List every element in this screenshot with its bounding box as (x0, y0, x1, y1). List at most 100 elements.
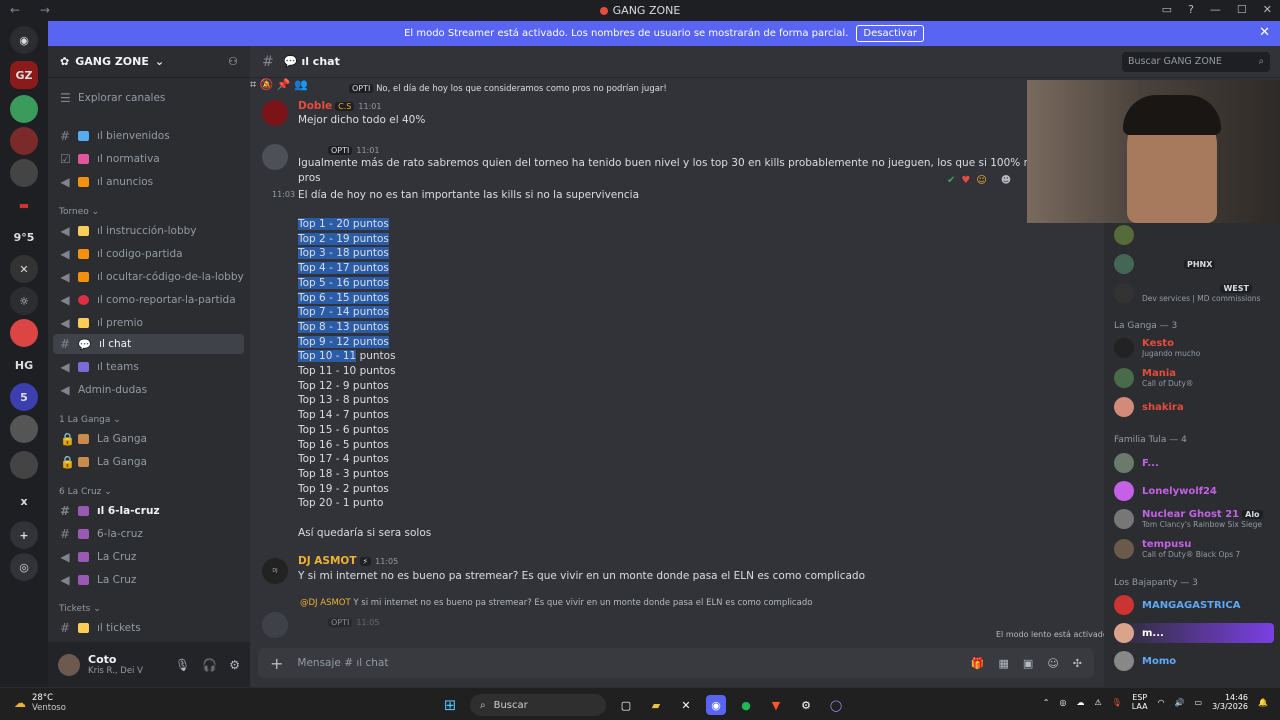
member-item[interactable]: Mania Call of Duty® (1114, 368, 1193, 388)
microphone-icon[interactable]: 🎙 (175, 658, 190, 672)
app-icon[interactable]: ✕ (676, 695, 696, 715)
channel-como-reportar[interactable]: ◀ ıl como-reportar-la-partida (53, 290, 244, 310)
server-13[interactable]: x (10, 487, 38, 515)
channel-ocultar-codigo[interactable]: ◀ ıl ocultar-código-de-la-lobby (53, 267, 244, 287)
heart-icon[interactable]: ♥ (961, 175, 970, 186)
user-info[interactable]: Coto Kris R., Dei V (88, 653, 143, 676)
server-8[interactable]: ☼ (10, 287, 38, 315)
app-icon[interactable]: ⚙ (796, 695, 816, 715)
weather-widget[interactable]: ☁ 28°C Ventoso (14, 693, 66, 713)
member-item[interactable]: Nuclear Ghost 21 Alo Tom Clancy's Rainbow … (1114, 509, 1263, 529)
server-header[interactable]: ✿ GANG ZONE ⌄ ⚇ (48, 46, 250, 78)
minimize-button[interactable]: — (1210, 3, 1221, 16)
checkmark-icon[interactable]: ✔ (947, 175, 955, 186)
member-item[interactable] (1114, 225, 1134, 245)
gear-icon[interactable]: ⚙ (229, 658, 240, 672)
channel-normativa[interactable]: ☑ ıl normativa (53, 149, 244, 169)
member-item[interactable]: Lonelywolf24 (1114, 481, 1217, 501)
tray-icon[interactable]: ◎ (1059, 698, 1066, 707)
member-item[interactable]: tempusu Call of Duty® Black Ops 7 (1114, 539, 1240, 559)
file-explorer-icon[interactable]: ▰ (646, 695, 666, 715)
taskbar-search[interactable]: ⌕ Buscar (470, 694, 606, 716)
server-gangzone[interactable]: GZ (10, 61, 38, 89)
add-server-icon[interactable]: + (10, 521, 38, 549)
obs-icon[interactable]: ◯ (826, 695, 846, 715)
apps-icon[interactable]: ✣ (1073, 657, 1082, 670)
member-item[interactable]: MANGAGASTRICA (1114, 595, 1240, 615)
member-item[interactable]: F... (1114, 453, 1159, 473)
category-la-ganga[interactable]: 1 La Ganga ⌄ (59, 415, 121, 425)
channel-codigo-partida[interactable]: ◀ ıl codigo-partida (53, 244, 244, 264)
channel-la-ganga-2[interactable]: 🔒 La Ganga (53, 452, 244, 472)
server-folder[interactable] (10, 415, 38, 443)
message-input[interactable]: Mensaje # ıl chat (297, 657, 388, 669)
channel-premio[interactable]: ◀ ıl premio (53, 313, 244, 333)
add-member-icon[interactable]: ⚇ (228, 55, 238, 68)
channel-admin-dudas[interactable]: ◀ Admin-dudas (53, 380, 244, 400)
server-3[interactable] (10, 127, 38, 155)
server-9[interactable] (10, 319, 38, 347)
clock[interactable]: 14:46 3/3/2026 (1212, 693, 1248, 711)
server-5[interactable]: ▬ (10, 191, 38, 219)
close-icon[interactable]: ✕ (1259, 25, 1270, 40)
avatar[interactable] (58, 653, 80, 676)
message-composer[interactable]: + Mensaje # ıl chat 🎁 ▦ ▣ ☺ ✣ (258, 648, 1094, 678)
voice-la-cruz-2[interactable]: ◀ La Cruz (53, 570, 244, 590)
discover-icon[interactable]: ◎ (10, 553, 38, 581)
channel-teams[interactable]: ◀ ıl teams (53, 357, 244, 377)
volume-icon[interactable]: 🔊 (1175, 698, 1185, 707)
explore-channels[interactable]: ☰ Explorar canales (53, 88, 244, 108)
tray-icon[interactable]: ☁ (1076, 698, 1084, 707)
member-item[interactable]: Kesto Jugando mucho (1114, 338, 1200, 358)
member-item[interactable]: shakira (1114, 397, 1184, 417)
channel-tickets[interactable]: # ıl tickets (53, 618, 244, 638)
help-icon[interactable]: ? (1188, 3, 1194, 16)
windows-start-icon[interactable]: ⊞ (440, 695, 460, 715)
channel-6-la-cruz-unread[interactable]: # ıl 6-la-cruz (53, 501, 244, 521)
pin-icon[interactable]: 📌 (277, 78, 291, 91)
category-la-cruz[interactable]: 6 La Cruz ⌄ (59, 487, 112, 497)
inbox-icon[interactable]: ▭ (1162, 3, 1172, 16)
voice-la-cruz-1[interactable]: ◀ La Cruz (53, 547, 244, 567)
add-attachment-icon[interactable]: + (270, 654, 283, 673)
member-item[interactable]: PHNX (1114, 254, 1216, 274)
close-button[interactable]: ✕ (1263, 3, 1272, 16)
battery-icon[interactable]: ▭ (1195, 698, 1203, 707)
server-2[interactable] (10, 95, 38, 123)
channel-chat[interactable]: # 💬 ıl chat (53, 334, 244, 354)
avatar[interactable] (262, 100, 288, 126)
member-item[interactable]: WEST Dev services | MD commissions (1114, 283, 1260, 303)
dm-button[interactable]: ◉ (10, 26, 38, 54)
reply-preview[interactable]: @DJ ASMOT Y si mi internet no es bueno p… (300, 598, 812, 608)
channel-anuncios[interactable]: ◀ ıl anuncios (53, 172, 244, 192)
brave-icon[interactable]: ▼ (766, 695, 786, 715)
category-tickets[interactable]: Tickets ⌄ (59, 604, 101, 614)
chevron-up-icon[interactable]: ⌃ (1043, 698, 1050, 707)
member-item[interactable]: Momo (1114, 651, 1176, 671)
reply-preview[interactable]: OPTI No, el día de hoy los que considera… (346, 84, 667, 94)
server-12[interactable] (10, 451, 38, 479)
category-torneo[interactable]: Torneo ⌄ (59, 207, 99, 217)
channel-instruccion-lobby[interactable]: ◀ ıl instrucción-lobby (53, 221, 244, 241)
channel-la-ganga-1[interactable]: 🔒 La Ganga (53, 429, 244, 449)
channel-bienvenidos[interactable]: # ıl bienvenidos (53, 126, 244, 146)
member-item[interactable]: m... (1114, 623, 1274, 643)
microphone-icon[interactable]: 🎙 (1112, 698, 1122, 707)
gif-icon[interactable]: ▦ (999, 657, 1009, 670)
wifi-icon[interactable]: ◠ (1158, 698, 1165, 707)
task-view-icon[interactable]: ▢ (616, 695, 636, 715)
server-11[interactable]: 5 (10, 383, 38, 411)
deactivate-button[interactable]: Desactivar (856, 25, 924, 42)
notification-icon[interactable]: 🔔 (1258, 698, 1268, 707)
avatar[interactable] (262, 144, 288, 170)
notifications-muted-icon[interactable]: 🔕 (260, 78, 274, 91)
server-10[interactable]: HG (10, 351, 38, 379)
sticker-icon[interactable]: ▣ (1023, 657, 1033, 670)
maximize-button[interactable]: ☐ (1237, 3, 1247, 16)
nav-arrows[interactable]: ← → (10, 3, 58, 17)
tray-icon[interactable]: ⚠ (1094, 698, 1101, 707)
avatar[interactable]: DJ (262, 558, 288, 584)
headphones-icon[interactable]: 🎧 (202, 658, 217, 672)
server-7[interactable]: ✕ (10, 255, 38, 283)
discord-icon[interactable]: ◉ (706, 695, 726, 715)
